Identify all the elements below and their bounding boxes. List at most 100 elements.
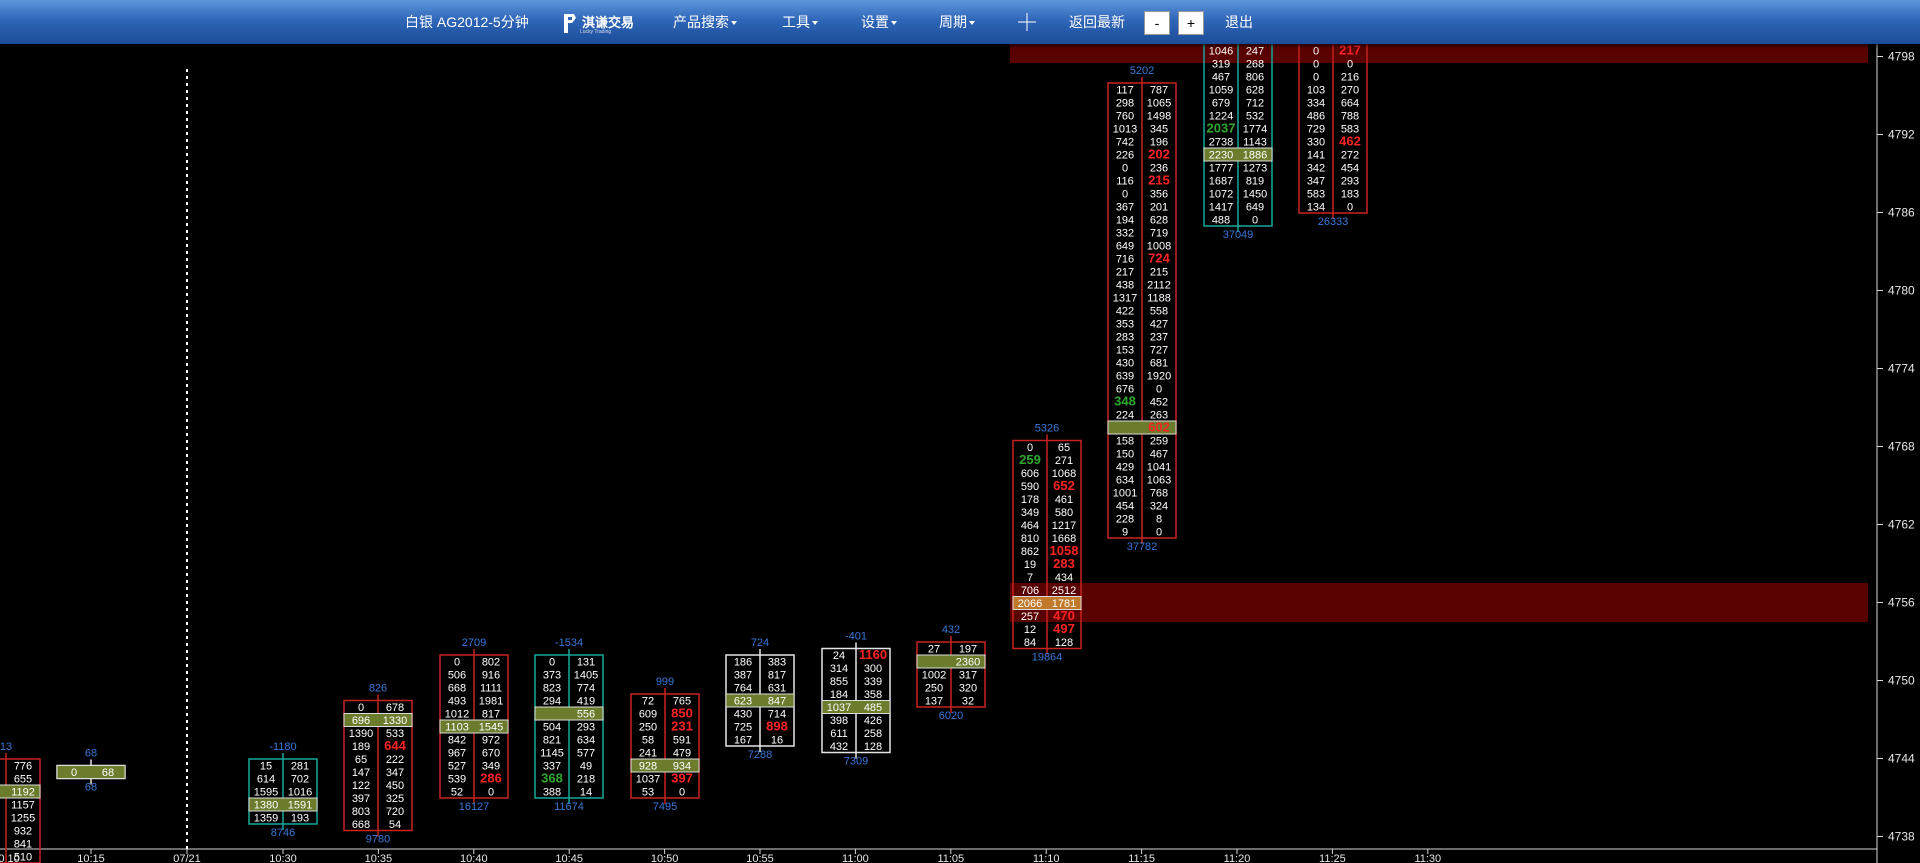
bid-volume: 623: [734, 696, 752, 708]
ask-volume: 942: [1246, 44, 1264, 45]
ask-volume: 356: [1150, 189, 1168, 201]
bid-volume: 259: [1019, 452, 1041, 467]
candle-delta: 999: [656, 676, 674, 688]
bid-volume: 353: [1116, 319, 1134, 331]
bid-volume: 1390: [349, 728, 373, 740]
zoom-out-button[interactable]: -: [1144, 11, 1170, 35]
bid-volume: 348: [1114, 394, 1136, 409]
time-tick-label: 11:20: [1224, 853, 1251, 863]
ask-volume: 479: [673, 748, 691, 760]
time-tick-label: 10:30: [269, 853, 297, 863]
bid-volume: 634: [1116, 475, 1134, 487]
menu-period[interactable]: 周期: [939, 0, 975, 44]
bid-volume: 1103: [445, 722, 469, 734]
chevron-down-icon: [891, 21, 897, 26]
bid-volume: 314: [830, 663, 848, 675]
high-volume-zone: [1010, 583, 1868, 622]
bid-volume: 1317: [1113, 293, 1137, 305]
ask-volume: 1450: [1243, 189, 1267, 201]
ask-volume: 2512: [1052, 585, 1076, 597]
ask-volume: 774: [577, 683, 595, 695]
ask-volume: 201: [1150, 202, 1168, 214]
high-volume-zone: [1010, 44, 1868, 63]
zoom-in-button[interactable]: +: [1178, 11, 1204, 35]
ask-volume: 183: [1341, 189, 1359, 201]
menu-label: 产品搜索: [673, 14, 729, 30]
bid-volume: 611: [830, 728, 848, 740]
candle-total-volume: 16127: [459, 801, 490, 813]
bid-volume: 2738: [1209, 137, 1233, 149]
ask-volume: 247: [1246, 46, 1264, 58]
bid-volume: 189: [352, 741, 370, 753]
bid-volume: 117: [1116, 85, 1134, 97]
ask-volume: 2112: [1147, 280, 1171, 292]
ask-volume: 628: [1150, 215, 1168, 227]
time-tick-label: 11:15: [1128, 853, 1155, 863]
price-tick-label: 4792: [1888, 128, 1915, 142]
ask-volume: 320: [959, 683, 977, 695]
ask-volume: 644: [384, 738, 406, 753]
candle-total-volume: 37782: [1127, 541, 1158, 553]
ask-volume: 222: [386, 754, 404, 766]
ask-volume: 1255: [11, 813, 35, 825]
bid-volume: 283: [1116, 332, 1134, 344]
candle-total-volume: 26333: [1318, 216, 1349, 228]
time-tick-label: 11:05: [937, 853, 964, 863]
bid-volume: 228: [1116, 514, 1134, 526]
bid-volume: 467: [1212, 72, 1230, 84]
bid-volume: 2066: [1018, 598, 1042, 610]
price-tick-label: 4780: [1888, 284, 1915, 298]
menu-tools[interactable]: 工具: [782, 0, 818, 44]
menu-settings[interactable]: 设置: [861, 0, 897, 44]
ask-volume: 1041: [1147, 462, 1171, 474]
bid-volume: 506: [448, 670, 466, 682]
bid-volume: 810: [1021, 533, 1039, 545]
candle-total-volume: 7309: [844, 756, 868, 768]
bid-volume: 9: [1122, 527, 1128, 539]
back-to-latest-button[interactable]: 返回最新: [1069, 0, 1125, 44]
bid-volume: 430: [1116, 358, 1134, 370]
bid-volume: 52: [451, 787, 463, 799]
ask-volume: 454: [1341, 163, 1359, 175]
ask-volume: 0: [1156, 527, 1162, 539]
footprint-chart-canvas[interactable]: 4798479247864780477447684762475647504744…: [0, 44, 1920, 863]
candle-delta: 13: [0, 741, 12, 753]
time-tick-label: 11:00: [842, 853, 869, 863]
bid-volume: 84: [1024, 637, 1036, 649]
ask-volume: 461: [1055, 494, 1073, 506]
menu-product-search[interactable]: 产品搜索: [673, 0, 737, 44]
price-tick-label: 4762: [1888, 518, 1915, 532]
candle-delta: 432: [942, 624, 960, 636]
bid-volume: 141: [1307, 150, 1325, 162]
bid-volume: 0: [1122, 163, 1128, 175]
bid-volume: 398: [830, 715, 848, 727]
crosshair-icon[interactable]: [1017, 12, 1037, 32]
ask-volume: 1160: [859, 647, 887, 662]
ask-volume: 712: [1246, 98, 1264, 110]
bid-volume: 1002: [922, 670, 946, 682]
ask-volume: 128: [864, 741, 882, 753]
bid-volume: 706: [1021, 585, 1039, 597]
ask-volume: 317: [959, 670, 977, 682]
ask-volume: 556: [577, 709, 595, 721]
ask-volume: 383: [768, 657, 786, 669]
bid-volume: 0: [1313, 46, 1319, 58]
bid-volume: 226: [1116, 150, 1134, 162]
footprint-chart[interactable]: 4798 4792 4786 4780 4774 4768 4762 4756 4750 4744…: [0, 44, 1920, 863]
bid-volume: 27: [928, 644, 940, 656]
bid-volume: 527: [448, 761, 466, 773]
exit-button[interactable]: 退出: [1225, 0, 1253, 44]
ask-volume: 450: [386, 780, 404, 792]
ask-volume: 231: [671, 719, 693, 734]
bid-volume: 1777: [1209, 163, 1233, 175]
bid-volume: 590: [1021, 481, 1039, 493]
bid-volume: 250: [925, 683, 943, 695]
price-tick-label: 4798: [1888, 50, 1915, 64]
ask-volume: 719: [1150, 228, 1168, 240]
bid-volume: 422: [1116, 306, 1134, 318]
ask-volume: 283: [1053, 556, 1075, 571]
ask-volume: 1157: [11, 800, 35, 812]
ask-volume: 664: [1341, 98, 1359, 110]
candle-total-volume: 7495: [653, 801, 677, 813]
ask-volume: 193: [291, 813, 309, 825]
